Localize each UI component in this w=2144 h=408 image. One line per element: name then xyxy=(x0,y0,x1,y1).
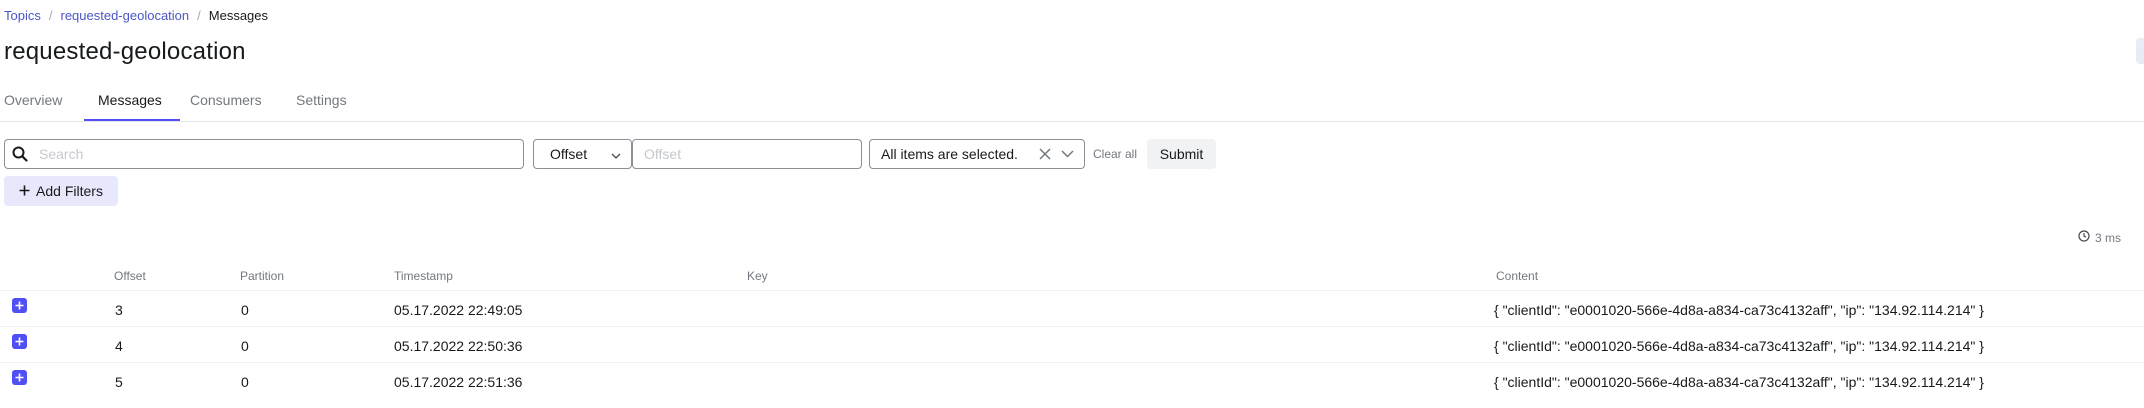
cell-content: { "clientId": "e0001020-566e-4d8a-a834-c… xyxy=(1494,338,1984,354)
clear-selection-icon[interactable] xyxy=(1034,140,1056,168)
tab-settings[interactable]: Settings xyxy=(296,92,347,108)
search-field[interactable] xyxy=(4,139,524,169)
tab-consumers[interactable]: Consumers xyxy=(190,92,262,108)
cell-offset: 5 xyxy=(115,374,123,390)
seek-type-select[interactable]: Offset xyxy=(533,139,632,169)
breadcrumb-separator: / xyxy=(48,8,53,23)
breadcrumb-topics-link[interactable]: Topics xyxy=(4,8,41,23)
cell-timestamp: 05.17.2022 22:49:05 xyxy=(394,302,523,318)
column-header-key: Key xyxy=(747,269,768,283)
breadcrumb-current: Messages xyxy=(208,8,269,23)
tab-overview[interactable]: Overview xyxy=(4,92,62,108)
cell-content: { "clientId": "e0001020-566e-4d8a-a834-c… xyxy=(1494,302,1984,318)
expand-row-icon[interactable] xyxy=(12,298,27,313)
cell-partition: 0 xyxy=(241,338,249,354)
table-row[interactable]: 5 0 05.17.2022 22:51:36 { "clientId": "e… xyxy=(0,362,2144,399)
active-tab-indicator xyxy=(84,119,180,121)
tab-bar: Overview Messages Consumers Settings xyxy=(0,86,2144,122)
plus-icon xyxy=(19,183,30,199)
column-header-offset: Offset xyxy=(114,269,146,283)
search-input[interactable] xyxy=(35,145,523,163)
page-title: requested-geolocation xyxy=(4,38,246,65)
breadcrumb: Topics / requested-geolocation / Message… xyxy=(4,8,268,23)
cell-timestamp: 05.17.2022 22:51:36 xyxy=(394,374,523,390)
cell-offset: 4 xyxy=(115,338,123,354)
tab-messages[interactable]: Messages xyxy=(98,92,162,108)
cell-content: { "clientId": "e0001020-566e-4d8a-a834-c… xyxy=(1494,374,1984,390)
breadcrumb-separator: / xyxy=(197,8,201,23)
search-icon xyxy=(5,140,35,168)
expand-row-icon[interactable] xyxy=(12,370,27,385)
add-filters-button[interactable]: Add Filters xyxy=(4,176,118,206)
column-header-partition: Partition xyxy=(240,269,285,283)
column-header-content: Content xyxy=(1496,269,1539,283)
elapsed-value: 3 ms xyxy=(2094,230,2121,245)
cell-partition: 0 xyxy=(241,374,249,390)
table-row[interactable]: 4 0 05.17.2022 22:50:36 { "clientId": "e… xyxy=(0,326,2144,363)
scrollbar-thumb[interactable] xyxy=(2136,38,2144,64)
cell-partition: 0 xyxy=(241,302,249,318)
clear-all-button[interactable]: Clear all xyxy=(1093,147,1137,161)
seek-type-value: Offset xyxy=(550,146,588,162)
elapsed-time: 3 ms xyxy=(2078,230,2121,245)
expand-row-icon[interactable] xyxy=(12,334,27,349)
chevron-down-icon[interactable] xyxy=(1056,140,1078,168)
offset-input[interactable] xyxy=(632,139,862,169)
column-header-timestamp: Timestamp xyxy=(394,269,453,283)
breadcrumb-topic-link[interactable]: requested-geolocation xyxy=(60,8,189,23)
partitions-multiselect[interactable]: All items are selected. xyxy=(869,139,1085,169)
cell-offset: 3 xyxy=(115,302,123,318)
submit-button[interactable]: Submit xyxy=(1147,139,1216,169)
add-filters-label: Add Filters xyxy=(36,183,103,199)
cell-timestamp: 05.17.2022 22:50:36 xyxy=(394,338,523,354)
table-row[interactable]: 3 0 05.17.2022 22:49:05 { "clientId": "e… xyxy=(0,290,2144,327)
partitions-summary: All items are selected. xyxy=(881,146,1018,162)
chevron-down-icon xyxy=(611,146,621,162)
clock-icon xyxy=(2078,230,2090,245)
